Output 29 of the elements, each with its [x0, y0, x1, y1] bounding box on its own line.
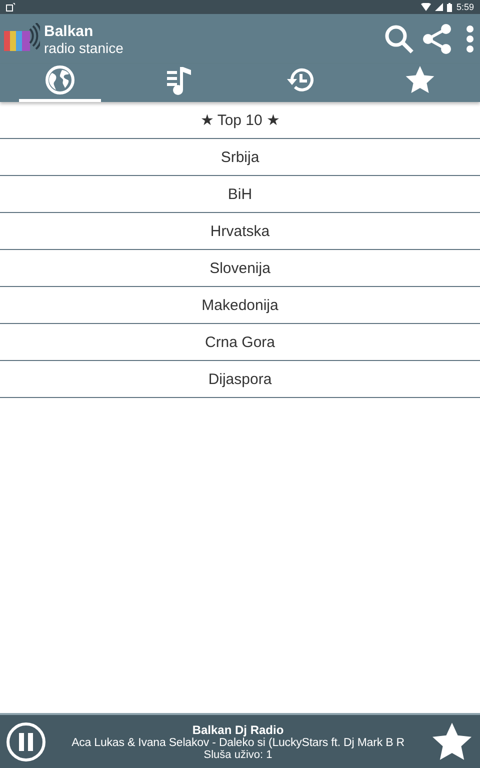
station-name: Balkan Dj Radio: [192, 722, 284, 736]
notification-icon: [6, 2, 15, 12]
pause-icon: [6, 722, 46, 762]
category-item[interactable]: Slovenija: [0, 250, 480, 287]
category-item[interactable]: Makedonija: [0, 287, 480, 324]
app-subtitle: radio stanice: [44, 40, 124, 56]
play-pause-button[interactable]: [6, 722, 46, 762]
search-button[interactable]: [384, 24, 414, 54]
category-item[interactable]: Hrvatska: [0, 213, 480, 250]
more-options-icon: [466, 25, 474, 53]
category-item[interactable]: Crna Gora: [0, 324, 480, 361]
more-options-button[interactable]: [466, 25, 474, 53]
category-item[interactable]: ★ Top 10 ★: [0, 102, 480, 139]
category-item[interactable]: BiH: [0, 176, 480, 213]
listener-count: Sluša uživo: 1: [204, 748, 272, 760]
app-title: Balkan: [44, 22, 94, 40]
globe-icon: [44, 64, 76, 96]
wifi-icon: [421, 3, 432, 11]
category-item[interactable]: Dijaspora: [0, 361, 480, 398]
category-item[interactable]: Srbija: [0, 139, 480, 176]
tab[interactable]: [19, 64, 101, 102]
signal-icon: [435, 3, 444, 11]
star-icon: [404, 64, 436, 96]
share-button[interactable]: [422, 24, 452, 54]
status-time: 5:59: [456, 2, 474, 12]
search-icon: [384, 24, 414, 54]
battery-icon: [447, 2, 452, 12]
share-icon: [422, 24, 452, 54]
track-title: Aca Lukas & Ivana Selakov - Daleko si (LuckyStars ft. Dj Mark B R: [72, 736, 404, 748]
